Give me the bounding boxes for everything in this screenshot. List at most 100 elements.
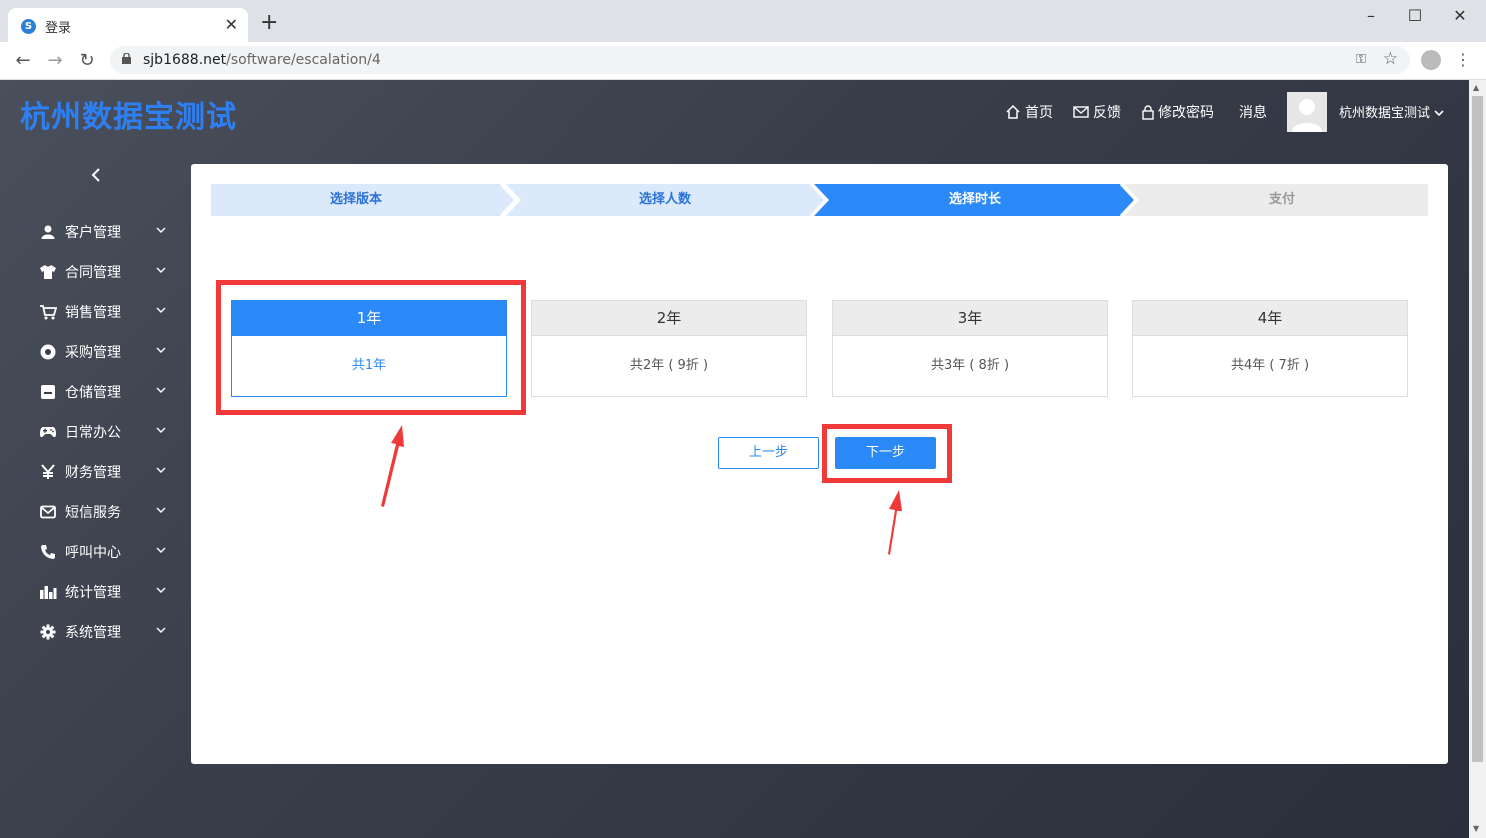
gamepad-icon	[38, 422, 58, 442]
plan-title: 2年	[532, 301, 806, 336]
sidebar-item-label: 仓储管理	[65, 385, 121, 401]
chart-icon	[38, 582, 58, 602]
sidebar-item-label: 系统管理	[65, 625, 121, 641]
sidebar-item-label: 短信服务	[65, 505, 121, 521]
address-bar[interactable]: sjb1688.net/software/escalation/4 ⚿ ☆	[110, 46, 1410, 74]
chevron-down-icon	[156, 267, 166, 273]
maximize-icon[interactable]: ☐	[1405, 6, 1425, 25]
cart-icon	[38, 302, 58, 322]
user-menu[interactable]: 杭州数据宝测试	[1339, 102, 1444, 121]
plan-title: 3年	[833, 301, 1107, 336]
new-tab-icon[interactable]: +	[260, 12, 278, 34]
nav-change-password[interactable]: 修改密码	[1142, 102, 1214, 122]
sidebar-item-statistics[interactable]: 统计管理	[38, 572, 168, 612]
plan-desc: 共2年 ( 9折 )	[629, 358, 709, 373]
url-host: sjb1688.net	[143, 52, 227, 68]
reload-icon[interactable]: ↻	[76, 50, 98, 71]
key-icon[interactable]: ⚿	[1356, 52, 1366, 67]
browser-tab-bar: S 登录 ✕ + – ☐ ✕	[0, 0, 1486, 42]
phone-icon	[38, 542, 58, 562]
chevron-down-icon	[156, 427, 166, 433]
sidebar-item-warehouse[interactable]: 仓储管理	[38, 372, 168, 412]
back-icon[interactable]: ←	[12, 50, 34, 71]
step-select-version: 选择版本	[329, 192, 382, 207]
highlight-box-next	[822, 424, 952, 483]
more-icon[interactable]: ⋮	[1455, 50, 1471, 69]
scroll-down-icon[interactable]: ▼	[1473, 824, 1479, 833]
browser-tab[interactable]: S 登录 ✕	[8, 8, 248, 42]
plan-title: 4年	[1133, 301, 1407, 336]
avatar[interactable]	[1287, 92, 1327, 132]
sidebar-item-sms[interactable]: 短信服务	[38, 492, 168, 532]
tab-title: 登录	[45, 21, 72, 36]
shirt-icon	[38, 262, 58, 282]
plan-desc: 共4年 ( 7折 )	[1230, 358, 1310, 373]
sidebar-item-system[interactable]: 系统管理	[38, 612, 168, 652]
chevron-down-icon	[156, 307, 166, 313]
step-progress: 选择版本 选择人数 选择时长 支付	[211, 184, 1428, 216]
profile-icon[interactable]	[1421, 50, 1441, 70]
user-name: 杭州数据宝测试	[1339, 106, 1431, 121]
minimize-icon[interactable]: –	[1361, 6, 1381, 25]
step-payment: 支付	[1268, 192, 1295, 207]
sidebar-item-finance[interactable]: 财务管理	[38, 452, 168, 492]
prev-step-button[interactable]: 上一步	[718, 437, 819, 469]
sidebar-item-label: 日常办公	[65, 425, 121, 441]
sidebar-item-label: 客户管理	[65, 225, 121, 241]
url-path: /software/escalation/4	[226, 52, 381, 68]
sidebar-item-purchase[interactable]: 采购管理	[38, 332, 168, 372]
site-favicon-icon: S	[21, 19, 36, 34]
browser-toolbar: ← → ↻ sjb1688.net/software/escalation/4 …	[0, 42, 1486, 80]
annotation-arrow-icon	[381, 425, 404, 507]
envelope-icon	[1073, 106, 1089, 118]
nav-home[interactable]: 首页	[1005, 102, 1053, 122]
url-text: sjb1688.net/software/escalation/4	[143, 52, 381, 68]
sidebar-collapse-button[interactable]	[88, 164, 104, 188]
chevron-down-icon	[156, 547, 166, 553]
plan-card-3-year[interactable]: 3年 共3年 ( 8折 )	[832, 300, 1108, 397]
chevron-down-icon	[156, 507, 166, 513]
user-avatar-icon	[1287, 92, 1327, 132]
chevron-down-icon	[1434, 110, 1444, 117]
chevron-down-icon	[156, 627, 166, 633]
nav-feedback[interactable]: 反馈	[1073, 102, 1121, 122]
scrollbar-thumb[interactable]	[1472, 96, 1483, 762]
chevron-down-icon	[156, 387, 166, 393]
step-select-users: 选择人数	[638, 192, 691, 207]
sidebar-item-label: 呼叫中心	[65, 545, 121, 561]
yen-icon	[38, 462, 58, 482]
sidebar-item-call-center[interactable]: 呼叫中心	[38, 532, 168, 572]
nav-home-label: 首页	[1025, 105, 1053, 121]
user-icon	[38, 222, 58, 242]
nav-change-password-label: 修改密码	[1158, 105, 1214, 121]
tab-close-icon[interactable]: ✕	[225, 15, 238, 34]
sidebar-menu: 客户管理 合同管理 销售管理 采购管理 仓储管理 日常办公 财务管理 短信服务 …	[38, 212, 168, 652]
lock-icon	[1142, 104, 1154, 120]
sidebar-item-sales[interactable]: 销售管理	[38, 292, 168, 332]
chevron-left-icon	[91, 168, 100, 182]
sidebar-item-contract[interactable]: 合同管理	[38, 252, 168, 292]
window-close-icon[interactable]: ✕	[1450, 6, 1470, 25]
sidebar-item-label: 统计管理	[65, 585, 121, 601]
scroll-up-icon[interactable]: ▲	[1473, 83, 1479, 92]
forward-icon[interactable]: →	[44, 50, 66, 71]
plan-card-4-year[interactable]: 4年 共4年 ( 7折 )	[1132, 300, 1408, 397]
nav-messages[interactable]: 消息	[1239, 102, 1267, 122]
envelope-icon	[38, 502, 58, 522]
sidebar-item-office[interactable]: 日常办公	[38, 412, 168, 452]
page-scrollbar[interactable]: ▲ ▼	[1469, 80, 1486, 838]
brand-title: 杭州数据宝测试	[20, 100, 237, 135]
annotation-arrow-icon	[888, 490, 902, 555]
star-icon[interactable]: ☆	[1383, 49, 1398, 69]
sidebar-item-label: 财务管理	[65, 465, 121, 481]
gear-icon	[38, 622, 58, 642]
nav-feedback-label: 反馈	[1093, 105, 1121, 121]
sidebar-item-customer[interactable]: 客户管理	[38, 212, 168, 252]
step-select-duration: 选择时长	[948, 192, 1001, 207]
nav-messages-label: 消息	[1239, 105, 1267, 121]
plan-card-2-year[interactable]: 2年 共2年 ( 9折 )	[531, 300, 807, 397]
plan-desc: 共3年 ( 8折 )	[930, 358, 1010, 373]
app-root: 杭州数据宝测试 首页 反馈 修改密码 消息 杭州数据宝测试 客户管理 合同管理	[0, 80, 1469, 838]
lock-icon	[122, 53, 131, 64]
sidebar-item-label: 合同管理	[65, 265, 121, 281]
